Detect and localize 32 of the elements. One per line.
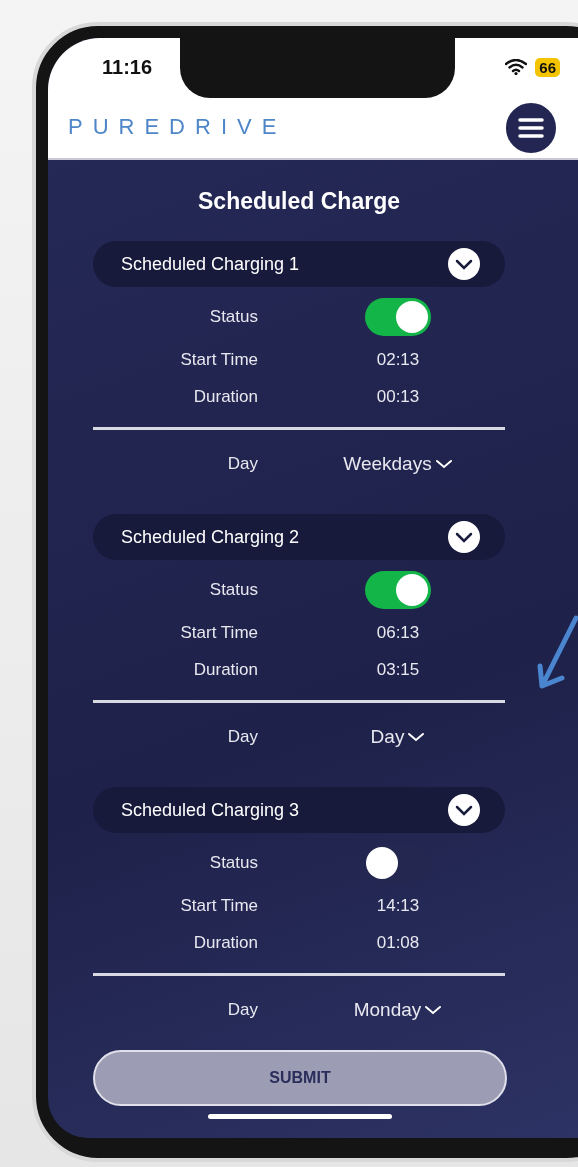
- page-title: Scheduled Charge: [197, 188, 401, 215]
- day-label: Day: [226, 1000, 258, 1020]
- start-time-label: Start Time: [179, 349, 258, 370]
- status-time: 11:16: [102, 55, 153, 79]
- day-label: Day: [226, 727, 258, 747]
- status-label: Status: [208, 853, 258, 873]
- start-time-value[interactable]: 14:13: [376, 895, 420, 916]
- duration-label: Duration: [192, 932, 258, 953]
- brand-logo: PUREDRIVE: [68, 114, 287, 140]
- duration-value[interactable]: 03:15: [376, 659, 420, 680]
- day-dropdown[interactable]: Weekdays: [343, 453, 432, 475]
- schedule-title: Scheduled Charging 1: [121, 253, 300, 275]
- schedule-title: Scheduled Charging 3: [121, 799, 300, 821]
- schedule-title: Scheduled Charging 2: [121, 526, 300, 548]
- schedule-header[interactable]: Scheduled Charging 1: [93, 241, 505, 287]
- duration-label: Duration: [192, 386, 258, 407]
- day-dropdown[interactable]: Day: [370, 726, 405, 748]
- status-label: Status: [208, 307, 258, 327]
- start-time-value[interactable]: 06:13: [376, 622, 420, 643]
- start-time-label: Start Time: [179, 895, 258, 916]
- day-label: Day: [226, 454, 258, 474]
- day-dropdown[interactable]: Monday: [353, 999, 422, 1021]
- duration-label: Duration: [192, 659, 258, 680]
- start-time-label: Start Time: [179, 622, 258, 643]
- submit-button[interactable]: SUBMIT: [93, 1050, 507, 1106]
- schedule-header[interactable]: Scheduled Charging 2: [93, 514, 505, 560]
- duration-value[interactable]: 00:13: [376, 386, 420, 407]
- start-time-value[interactable]: 02:13: [376, 349, 420, 370]
- status-label: Status: [208, 580, 258, 600]
- schedule-header[interactable]: Scheduled Charging 3: [93, 787, 505, 833]
- battery-level: 66: [535, 57, 560, 77]
- duration-value[interactable]: 01:08: [376, 932, 420, 953]
